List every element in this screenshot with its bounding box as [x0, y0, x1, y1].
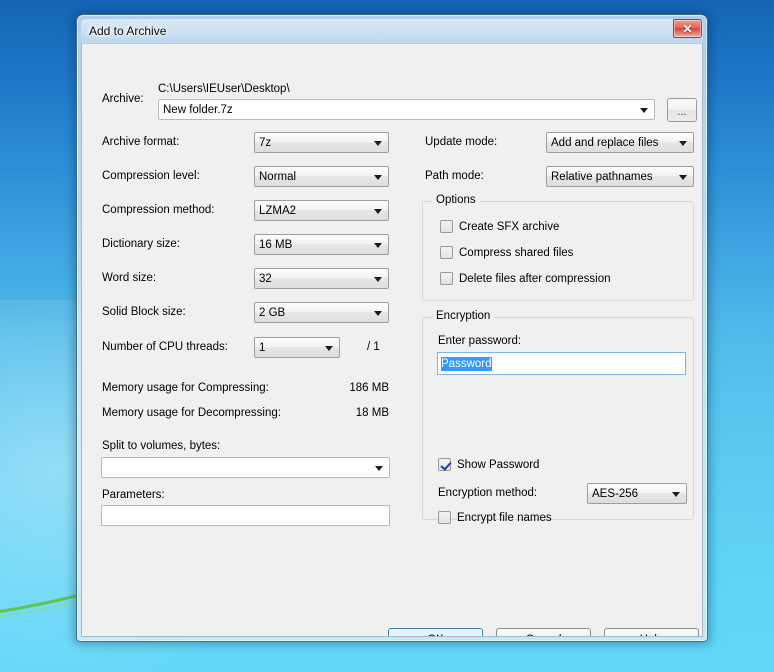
checkbox-label: Encrypt file names [457, 512, 552, 524]
word-size-combobox[interactable]: 32 [254, 268, 389, 289]
dialog-title: Add to Archive [89, 24, 166, 38]
cpu-threads-value: 1 [259, 342, 265, 354]
chevron-down-icon [374, 277, 382, 282]
enter-password-label: Enter password: [438, 335, 521, 347]
path-mode-value: Relative pathnames [551, 171, 653, 183]
cpu-threads-total: / 1 [367, 341, 380, 353]
browse-button[interactable]: ... [667, 98, 697, 122]
encryption-method-value: AES-256 [592, 488, 638, 500]
dictionary-size-value: 16 MB [259, 239, 292, 251]
checkbox-encrypt-file-names[interactable]: Encrypt file names [438, 511, 552, 524]
archive-label: Archive: [102, 93, 144, 105]
ok-button-label: OK [427, 634, 444, 637]
checkbox-delete-files-after-compression[interactable]: Delete files after compression [440, 272, 610, 285]
checkbox-show-password[interactable]: Show Password [438, 458, 539, 471]
help-button-label: Help [640, 634, 664, 637]
add-to-archive-dialog: Add to Archive ✕ Archive: C:\Users\IEUse… [76, 14, 708, 642]
dictionary-size-combobox[interactable]: 16 MB [254, 234, 389, 255]
encryption-method-combobox[interactable]: AES-256 [587, 483, 687, 504]
chevron-down-icon [679, 141, 687, 146]
chevron-down-icon [374, 175, 382, 180]
chevron-down-icon [374, 141, 382, 146]
memory-decompressing-label: Memory usage for Decompressing: [102, 407, 281, 419]
word-size-value: 32 [259, 273, 272, 285]
memory-compressing-value: 186 MB [314, 382, 389, 394]
word-size-label: Word size: [102, 272, 156, 284]
chevron-down-icon [640, 108, 648, 113]
archive-name-value: New folder.7z [163, 104, 233, 116]
memory-decompressing-value: 18 MB [314, 407, 389, 419]
checkbox-label: Compress shared files [459, 247, 573, 259]
dialog-client-area: Archive: C:\Users\IEUser\Desktop\ New fo… [81, 43, 703, 637]
checkbox-box [440, 246, 453, 259]
checkbox-box [440, 272, 453, 285]
help-button[interactable]: Help [604, 628, 699, 637]
compression-method-combobox[interactable]: LZMA2 [254, 200, 389, 221]
close-button[interactable]: ✕ [673, 19, 702, 38]
path-mode-combobox[interactable]: Relative pathnames [546, 166, 694, 187]
chevron-down-icon [679, 175, 687, 180]
checkbox-box [440, 220, 453, 233]
checkbox-box [438, 511, 451, 524]
compression-method-value: LZMA2 [259, 205, 296, 217]
chevron-down-icon [374, 311, 382, 316]
archive-name-combobox[interactable]: New folder.7z [158, 99, 655, 120]
parameters-label: Parameters: [102, 489, 165, 501]
chevron-down-icon [325, 346, 333, 351]
dialog-titlebar[interactable]: Add to Archive ✕ [81, 19, 703, 43]
checkbox-compress-shared-files[interactable]: Compress shared files [440, 246, 573, 259]
compression-level-label: Compression level: [102, 170, 200, 182]
archive-format-value: 7z [259, 137, 271, 149]
split-volumes-label: Split to volumes, bytes: [102, 440, 220, 452]
password-input[interactable]: Password [437, 352, 686, 375]
chevron-down-icon [672, 492, 680, 497]
compression-method-label: Compression method: [102, 204, 215, 216]
compression-level-value: Normal [259, 171, 296, 183]
update-mode-combobox[interactable]: Add and replace files [546, 132, 694, 153]
update-mode-value: Add and replace files [551, 137, 658, 149]
cpu-threads-label: Number of CPU threads: [102, 341, 228, 353]
password-value: Password [441, 357, 492, 371]
memory-compressing-label: Memory usage for Compressing: [102, 382, 269, 394]
cancel-button[interactable]: Cancel [496, 628, 591, 637]
split-volumes-combobox[interactable] [101, 457, 390, 478]
solid-block-size-label: Solid Block size: [102, 306, 186, 318]
ok-button[interactable]: OK [388, 628, 483, 637]
cancel-button-label: Cancel [526, 634, 562, 637]
chevron-down-icon [374, 209, 382, 214]
encryption-groupbox: Encryption Enter password: Password Show… [422, 317, 694, 520]
solid-block-size-value: 2 GB [259, 307, 285, 319]
solid-block-size-combobox[interactable]: 2 GB [254, 302, 389, 323]
options-groupbox: Options Create SFX archive Compress shar… [422, 201, 694, 301]
archive-format-combobox[interactable]: 7z [254, 132, 389, 153]
chevron-down-icon [375, 466, 383, 471]
archive-format-label: Archive format: [102, 136, 179, 148]
path-mode-label: Path mode: [425, 170, 484, 182]
encryption-method-label: Encryption method: [438, 487, 537, 499]
parameters-input[interactable] [101, 505, 390, 526]
compression-level-combobox[interactable]: Normal [254, 166, 389, 187]
cpu-threads-combobox[interactable]: 1 [254, 337, 340, 358]
options-group-title: Options [432, 194, 480, 206]
checkbox-create-sfx-archive[interactable]: Create SFX archive [440, 220, 559, 233]
update-mode-label: Update mode: [425, 136, 497, 148]
close-icon: ✕ [682, 23, 692, 35]
browse-button-label: ... [677, 106, 686, 118]
checkbox-box [438, 458, 451, 471]
encryption-group-title: Encryption [432, 310, 494, 322]
dictionary-size-label: Dictionary size: [102, 238, 180, 250]
checkbox-label: Create SFX archive [459, 221, 559, 233]
checkbox-label: Delete files after compression [459, 273, 610, 285]
checkbox-label: Show Password [457, 459, 539, 471]
chevron-down-icon [374, 243, 382, 248]
archive-path-text: C:\Users\IEUser\Desktop\ [158, 83, 290, 95]
